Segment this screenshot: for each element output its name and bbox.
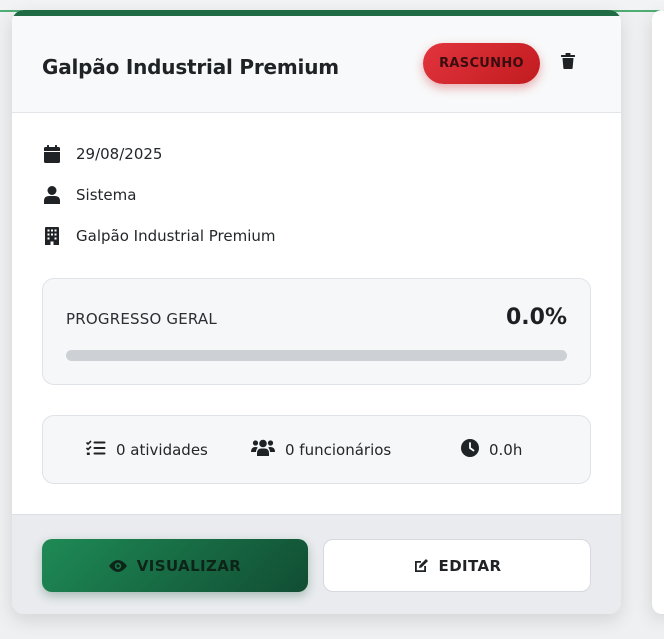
card-footer: VISUALIZAR EDITAR xyxy=(12,514,621,614)
author-text: Sistema xyxy=(76,186,137,204)
clock-icon xyxy=(461,438,479,461)
view-button-label: VISUALIZAR xyxy=(136,556,242,575)
user-icon xyxy=(42,185,62,205)
project-title: Galpão Industrial Premium xyxy=(42,55,339,79)
edit-icon xyxy=(413,558,429,574)
progress-value: 0.0% xyxy=(505,305,567,330)
card-header: Galpão Industrial Premium RASCUNHO xyxy=(12,16,621,113)
stat-hours: 0.0h xyxy=(461,416,522,483)
building-text: Galpão Industrial Premium xyxy=(76,227,276,245)
status-badge: RASCUNHO xyxy=(423,43,540,84)
progress-label: PROGRESSO GERAL xyxy=(66,310,217,328)
stat-activities: 0 atividades xyxy=(85,416,208,483)
activities-count: 0 atividades xyxy=(116,440,208,459)
stats-panel: 0 atividades 0 funcionários 0.0h xyxy=(42,415,591,484)
trash-icon xyxy=(561,53,575,73)
progress-panel: PROGRESSO GERAL 0.0% xyxy=(42,278,591,385)
project-card: Galpão Industrial Premium RASCUNHO 29/08… xyxy=(12,10,621,614)
delete-button[interactable] xyxy=(557,52,579,74)
view-button[interactable]: VISUALIZAR xyxy=(42,539,308,592)
eye-icon xyxy=(108,559,127,572)
progress-bar xyxy=(66,350,567,361)
next-card-edge xyxy=(652,10,664,614)
checklist-icon xyxy=(85,439,106,460)
edit-button[interactable]: EDITAR xyxy=(323,539,591,592)
date-text: 29/08/2025 xyxy=(76,145,163,163)
building-icon xyxy=(42,226,62,246)
edit-button-label: EDITAR xyxy=(438,556,502,575)
meta-building-row: Galpão Industrial Premium xyxy=(42,224,276,248)
meta-date-row: 29/08/2025 xyxy=(42,142,162,166)
users-icon xyxy=(251,439,275,460)
stat-employees: 0 funcionários xyxy=(251,416,391,483)
hours-count: 0.0h xyxy=(489,440,523,459)
calendar-icon xyxy=(42,144,62,164)
meta-author-row: Sistema xyxy=(42,183,136,207)
employees-count: 0 funcionários xyxy=(285,440,392,459)
